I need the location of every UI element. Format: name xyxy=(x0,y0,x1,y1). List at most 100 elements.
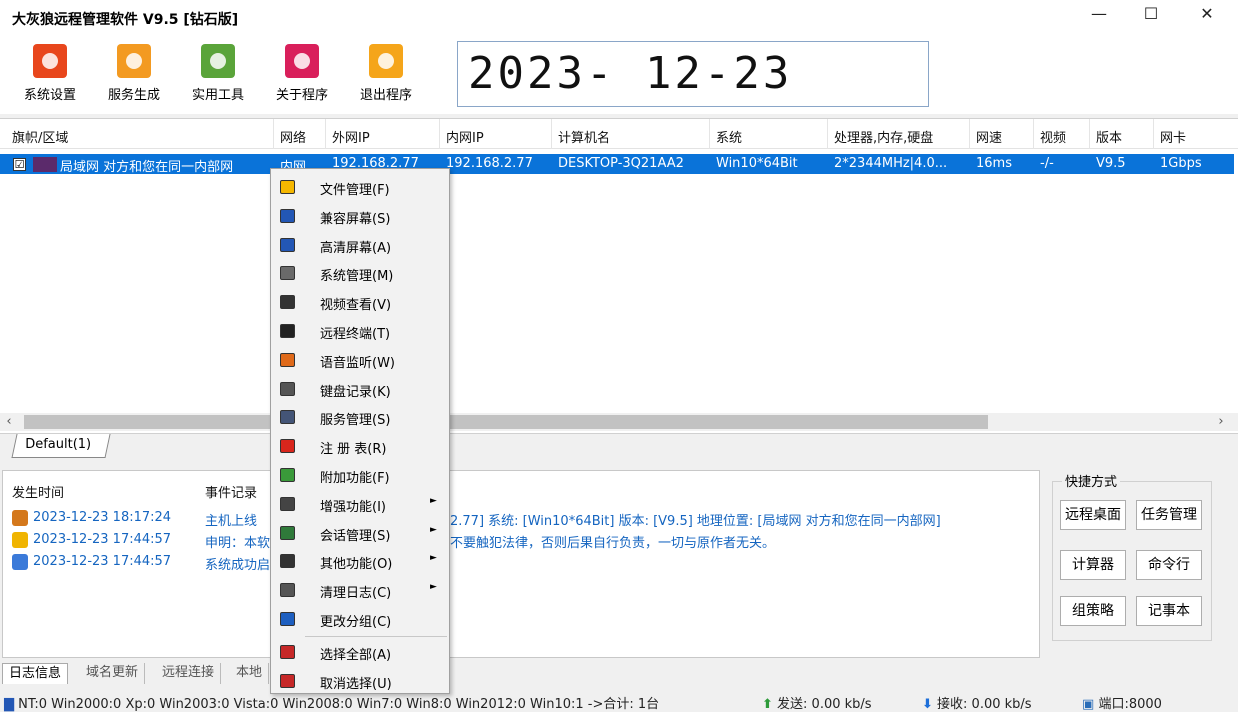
menu-item[interactable]: 附加功能(F) xyxy=(272,461,448,489)
host-cell: DESKTOP-3Q21AA2 xyxy=(558,156,684,171)
computer-icon: ▇ xyxy=(4,697,14,712)
column-header[interactable]: 处理器,内存,硬盘 xyxy=(834,127,933,146)
menu-item-label: 其他功能(O) xyxy=(320,557,393,573)
column-divider[interactable] xyxy=(1153,119,1154,149)
log-event: 申明：本软 xyxy=(205,536,271,551)
column-divider[interactable] xyxy=(439,119,440,149)
toolbar-button-user[interactable]: 服务生成 xyxy=(98,44,170,103)
menu-item[interactable]: 选择全部(A) xyxy=(272,638,448,666)
quick-button[interactable]: 命令行 xyxy=(1136,550,1202,580)
column-divider[interactable] xyxy=(551,119,552,149)
menu-item[interactable]: 兼容屏幕(S) xyxy=(272,202,448,230)
menu-item[interactable]: 会话管理(S) ► xyxy=(272,519,448,547)
menu-item-label: 附加功能(F) xyxy=(320,471,390,486)
menu-item[interactable]: 增强功能(I) ► xyxy=(272,490,448,518)
menu-item[interactable]: 远程终端(T) xyxy=(272,317,448,345)
toolbar-button-info[interactable]: 关于程序 xyxy=(266,44,338,103)
menu-item[interactable]: 语音监听(W) xyxy=(272,346,448,374)
menu-item[interactable]: 高清屏幕(A) xyxy=(272,231,448,259)
toolbar-button-tools[interactable]: 实用工具 xyxy=(182,44,254,103)
column-divider[interactable] xyxy=(273,119,274,149)
menu-item[interactable]: 更改分组(C) xyxy=(272,605,448,633)
menu-item[interactable]: 取消选择(U) xyxy=(272,667,448,695)
column-divider[interactable] xyxy=(709,119,710,149)
log-entry[interactable]: 2023-12-23 18:17:24 主机上线 2.77] 系统: [Win10*… xyxy=(3,507,1039,529)
menu-item-label: 选择全部(A) xyxy=(320,647,392,663)
column-divider[interactable] xyxy=(969,119,970,149)
folder-icon xyxy=(280,180,295,194)
toolbar-button-label: 服务生成 xyxy=(107,88,160,103)
column-header[interactable]: 网卡 xyxy=(1160,127,1186,146)
menu-item-label: 语音监听(W) xyxy=(320,355,395,371)
column-header[interactable]: 外网IP xyxy=(332,127,370,146)
menu-item[interactable]: 服务管理(S) xyxy=(272,403,448,431)
column-divider[interactable] xyxy=(1033,119,1034,149)
column-header[interactable]: 系统 xyxy=(716,127,742,146)
scrollbar-thumb[interactable] xyxy=(24,415,988,429)
log-tab[interactable]: 远程连接 xyxy=(156,663,222,684)
column-divider[interactable] xyxy=(1089,119,1090,149)
menu-item-label: 取消选择(U) xyxy=(320,676,392,692)
submenu-arrow-icon: ► xyxy=(430,495,437,506)
scroll-left-arrow[interactable]: ‹ xyxy=(0,413,18,431)
menu-item[interactable]: 键盘记录(K) xyxy=(272,375,448,403)
log-header-event: 事件记录 xyxy=(205,486,258,501)
log-entry[interactable]: 2023-12-23 17:44:57 系统成功启 xyxy=(3,551,1039,573)
horizontal-scrollbar[interactable]: ‹ › xyxy=(0,413,1238,431)
menu-item[interactable]: 清理日志(C) ► xyxy=(272,576,448,604)
column-header[interactable]: 旗帜/区域 xyxy=(12,127,68,146)
quick-button[interactable]: 任务管理 xyxy=(1136,500,1202,530)
maximize-button[interactable]: ☐ xyxy=(1128,0,1174,30)
toolbar-button-gear[interactable]: 系统设置 xyxy=(14,44,86,103)
menu-item-label: 高清屏幕(A) xyxy=(320,240,392,256)
monitor-icon xyxy=(280,208,295,223)
host-cell: 局域网 对方和您在同一内部网 xyxy=(60,160,234,175)
menu-item[interactable]: 文件管理(F) xyxy=(272,173,448,201)
host-checkbox[interactable]: ☑ xyxy=(13,158,26,171)
column-header[interactable]: 视频 xyxy=(1040,127,1066,146)
quick-button[interactable]: 组策略 xyxy=(1060,596,1126,626)
tab-default-label: Default(1) xyxy=(25,437,92,452)
column-header[interactable]: 内网IP xyxy=(446,127,484,146)
context-menu: 文件管理(F) 兼容屏幕(S) 高清屏幕(A) 系统管理(M) 视频查看(V) 远程终端(… xyxy=(270,168,450,694)
menu-item[interactable]: 其他功能(O) ► xyxy=(272,547,448,575)
menu-item-label: 服务管理(S) xyxy=(320,413,391,429)
camera-icon xyxy=(280,295,295,310)
menu-item-label: 会话管理(S) xyxy=(320,528,391,544)
registry-icon xyxy=(280,439,295,454)
column-header[interactable]: 网速 xyxy=(976,127,1002,146)
column-header[interactable]: 网络 xyxy=(280,127,306,146)
log-tab[interactable]: 日志信息 xyxy=(2,663,69,684)
toolbar-button-home[interactable]: 退出程序 xyxy=(350,44,422,103)
tab-default[interactable]: Default(1) xyxy=(11,434,111,458)
submenu-arrow-icon: ► xyxy=(430,582,437,593)
menu-item[interactable]: 视频查看(V) xyxy=(272,288,448,316)
status-bar: ▇ NT:0 Win2000:0 Xp:0 Win2003:0 Vista:0 … xyxy=(0,690,1238,712)
close-button[interactable]: ✕ xyxy=(1184,0,1230,30)
column-header[interactable]: 计算机名 xyxy=(558,127,610,146)
quick-button[interactable]: 记事本 xyxy=(1136,596,1202,626)
menu-item[interactable]: 系统管理(M) xyxy=(272,259,448,287)
log-entry[interactable]: 2023-12-23 17:44:57 申明：本软 不要触犯法律，否则后果自行负责，… xyxy=(3,529,1039,551)
deselect-icon xyxy=(280,673,295,688)
minimize-button[interactable]: — xyxy=(1076,0,1122,30)
column-divider[interactable] xyxy=(325,119,326,149)
log-time: 2023-12-23 18:17:24 xyxy=(33,510,172,525)
menu-item[interactable]: 注 册 表(R) xyxy=(272,432,448,460)
scroll-right-arrow[interactable]: › xyxy=(1212,413,1230,431)
column-divider[interactable] xyxy=(827,119,828,149)
host-row[interactable]: ☑ 局域网 对方和您在同一内部网内网192.168.2.77192.168.2.… xyxy=(0,154,1234,175)
log-event: 系统成功启 xyxy=(205,558,271,573)
submenu-arrow-icon: ► xyxy=(430,553,437,564)
home-icon xyxy=(369,44,403,78)
column-header[interactable]: 版本 xyxy=(1096,127,1122,146)
menu-item-label: 键盘记录(K) xyxy=(320,384,391,400)
host-cell: -/- xyxy=(1040,156,1054,171)
keyboard-icon xyxy=(280,381,295,396)
log-detail: 不要触犯法律，否则后果自行负责，一切与原作者无关。 xyxy=(450,536,776,551)
host-cell: 16ms xyxy=(976,156,1012,171)
quick-button[interactable]: 计算器 xyxy=(1060,550,1126,580)
quick-button[interactable]: 远程桌面 xyxy=(1060,500,1126,530)
log-tab[interactable]: 域名更新 xyxy=(80,663,146,684)
log-tab[interactable]: 本地 xyxy=(230,663,270,684)
